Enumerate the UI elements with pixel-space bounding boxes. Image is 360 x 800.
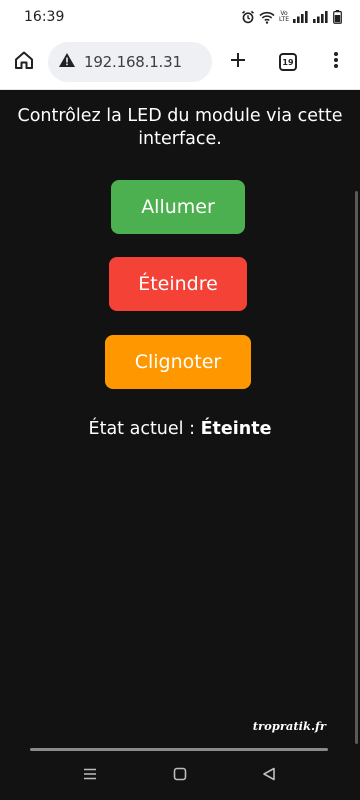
address-bar[interactable]: 192.168.1.31 bbox=[48, 42, 212, 82]
home-button[interactable] bbox=[4, 42, 44, 82]
recents-icon bbox=[83, 767, 97, 785]
tab-switcher-button[interactable]: 19 bbox=[268, 42, 308, 82]
plus-icon bbox=[229, 51, 247, 74]
alarm-icon bbox=[241, 10, 255, 24]
status-icons: Vo LTE bbox=[241, 9, 342, 25]
home-icon bbox=[173, 767, 187, 786]
more-vert-icon bbox=[333, 51, 339, 74]
signal-icon-2 bbox=[313, 11, 329, 23]
volte-bottom-label: LTE bbox=[279, 16, 289, 23]
scrollbar[interactable] bbox=[355, 191, 358, 744]
gesture-line bbox=[30, 748, 328, 751]
recents-button[interactable] bbox=[70, 756, 110, 796]
warning-icon[interactable] bbox=[58, 52, 76, 73]
wifi-icon bbox=[259, 11, 275, 24]
home-icon bbox=[13, 49, 35, 76]
battery-icon bbox=[333, 10, 342, 24]
back-icon bbox=[262, 767, 276, 786]
page-intro: Contrôlez la LED du module via cette int… bbox=[17, 106, 343, 149]
web-content: Contrôlez la LED du module via cette int… bbox=[0, 91, 360, 747]
status-time: 16:39 bbox=[24, 9, 65, 25]
watermark: tropratik.fr bbox=[252, 719, 326, 733]
status-bar: 16:39 Vo LTE bbox=[0, 0, 360, 34]
navigation-bar bbox=[0, 744, 360, 800]
turn-off-button[interactable]: Éteindre bbox=[109, 257, 247, 311]
back-button[interactable] bbox=[249, 756, 289, 796]
blink-button[interactable]: Clignoter bbox=[105, 335, 251, 389]
browser-toolbar: 192.168.1.31 19 bbox=[0, 34, 360, 90]
tab-count: 19 bbox=[282, 57, 294, 67]
turn-on-button[interactable]: Allumer bbox=[111, 180, 245, 234]
led-state: État actuel : Éteinte bbox=[0, 419, 360, 439]
new-tab-button[interactable] bbox=[218, 42, 258, 82]
signal-icon bbox=[293, 11, 309, 23]
volte-indicator: Vo LTE bbox=[279, 11, 289, 23]
state-label: État actuel : bbox=[88, 419, 195, 439]
state-value: Éteinte bbox=[200, 419, 272, 439]
tab-switcher-icon: 19 bbox=[279, 53, 297, 71]
nav-home-button[interactable] bbox=[160, 756, 200, 796]
more-menu-button[interactable] bbox=[316, 42, 356, 82]
url-text[interactable]: 192.168.1.31 bbox=[84, 53, 182, 71]
